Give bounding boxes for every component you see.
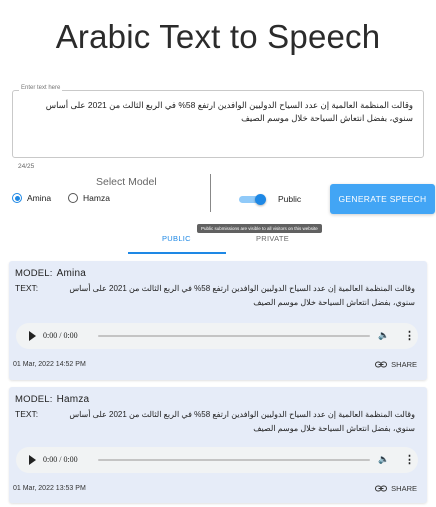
- share-label: SHARE: [391, 360, 417, 369]
- model-label: MODEL:: [15, 394, 53, 405]
- play-icon[interactable]: [29, 331, 36, 341]
- radio-amina-label: Amina: [27, 193, 52, 203]
- radio-unchecked-icon[interactable]: [68, 193, 78, 203]
- more-vert-icon[interactable]: ⋮: [404, 453, 415, 466]
- visibility-tooltip: Public submissions are visible to all vi…: [197, 224, 322, 233]
- volume-icon[interactable]: 🔈: [378, 454, 389, 465]
- select-model-title: Select Model: [96, 176, 157, 188]
- volume-icon[interactable]: 🔈: [378, 330, 389, 341]
- model-name: Hamza: [56, 394, 90, 405]
- public-toggle-label: Public: [278, 194, 302, 204]
- model-line: MODEL: Amina: [15, 268, 86, 279]
- result-card: MODEL: Amina TEXT: وقالت المنظمة العالمية…: [9, 261, 427, 380]
- toggle-knob[interactable]: [255, 194, 266, 205]
- audio-progress-bar[interactable]: [98, 335, 370, 337]
- tab-public[interactable]: PUBLIC: [162, 234, 191, 243]
- result-date: 01 Mar, 2022 13:53 PM: [13, 485, 86, 492]
- active-tab-indicator: [128, 252, 226, 254]
- result-text: وقالت المنظمة العالمية إن عدد السياح الد…: [69, 410, 415, 433]
- text-label: TEXT:: [15, 409, 39, 419]
- share-button[interactable]: SHARE: [375, 484, 417, 493]
- tab-private[interactable]: PRIVATE: [256, 234, 289, 243]
- audio-time: 0:00 / 0:00: [43, 331, 78, 340]
- model-label: MODEL:: [15, 268, 53, 279]
- more-vert-icon[interactable]: ⋮: [404, 329, 415, 342]
- generate-speech-button[interactable]: GENERATE SPEECH: [330, 184, 435, 214]
- radio-hamza[interactable]: Hamza: [68, 193, 110, 203]
- model-name: Amina: [56, 268, 86, 279]
- audio-time: 0:00 / 0:00: [43, 455, 78, 464]
- text-input-label: Enter text here: [19, 85, 63, 91]
- radio-checked-icon[interactable]: [12, 193, 22, 203]
- share-label: SHARE: [391, 484, 417, 493]
- link-icon: [375, 485, 388, 492]
- audio-player[interactable]: 0:00 / 0:00 🔈 ⋮: [16, 447, 418, 473]
- play-icon[interactable]: [29, 455, 36, 465]
- text-input-value[interactable]: وقالت المنظمة العالمية إن عدد السياح الد…: [23, 99, 413, 125]
- link-icon: [375, 361, 388, 368]
- radio-amina[interactable]: Amina: [12, 193, 51, 203]
- radio-hamza-label: Hamza: [83, 193, 110, 203]
- text-input[interactable]: Enter text here وقالت المنظمة العالمية إ…: [12, 85, 424, 158]
- vertical-divider: [210, 174, 211, 212]
- share-button[interactable]: SHARE: [375, 360, 417, 369]
- text-label: TEXT:: [15, 283, 39, 293]
- audio-player[interactable]: 0:00 / 0:00 🔈 ⋮: [16, 323, 418, 349]
- model-line: MODEL: Hamza: [15, 394, 89, 405]
- result-card: MODEL: Hamza TEXT: وقالت المنظمة العالمية…: [9, 387, 427, 503]
- result-text: وقالت المنظمة العالمية إن عدد السياح الد…: [69, 284, 415, 307]
- character-counter: 24/25: [18, 163, 35, 170]
- public-toggle[interactable]: [237, 194, 267, 205]
- audio-progress-bar[interactable]: [98, 459, 370, 461]
- result-date: 01 Mar, 2022 14:52 PM: [13, 361, 86, 368]
- page-title: Arabic Text to Speech: [55, 18, 381, 55]
